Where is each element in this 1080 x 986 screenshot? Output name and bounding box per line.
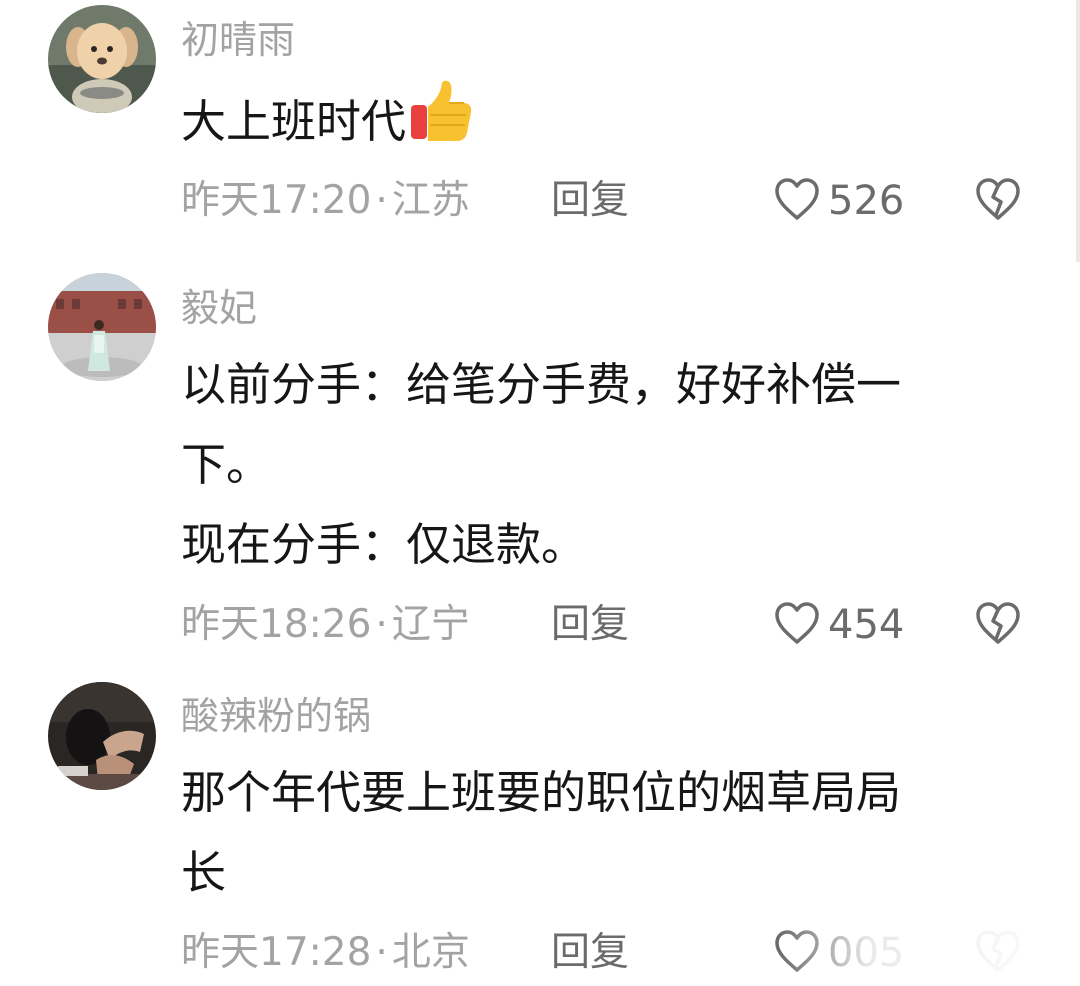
heart-outline-icon xyxy=(774,601,820,649)
comment-username[interactable]: 初晴雨 xyxy=(181,18,295,62)
comment-content: 以前分手：给笔分手费，好好补偿一 下。 现在分手：仅退款。 xyxy=(181,345,1011,585)
comment-time: 昨天18:26 xyxy=(181,602,372,647)
dislike-button[interactable] xyxy=(975,177,1021,225)
comment-text-line: 下。 xyxy=(181,438,272,491)
broken-heart-icon xyxy=(975,177,1021,225)
comment-username[interactable]: 酸辣粉的锅 xyxy=(181,694,371,738)
comment-location: 江苏 xyxy=(391,178,470,223)
comment-meta: 昨天18:26 · 辽宁 xyxy=(181,601,470,649)
comment-content: 那个年代要上班要的职位的烟草局局 长 xyxy=(181,753,1011,913)
comment-text-line: 以前分手：给笔分手费，好好补偿一 xyxy=(181,358,902,411)
comment-content: 大上班时代 xyxy=(181,79,1011,170)
comment-meta: 昨天17:20 · 江苏 xyxy=(181,177,470,225)
like-count: 526 xyxy=(828,178,905,224)
dislike-button[interactable] xyxy=(975,601,1021,649)
reply-button[interactable]: 回复 xyxy=(551,177,629,225)
avatar[interactable] xyxy=(48,273,156,381)
comment-text-line: 长 xyxy=(181,846,227,899)
heart-outline-icon xyxy=(774,177,820,225)
comment-text-line: 那个年代要上班要的职位的烟草局局 xyxy=(181,766,902,819)
meta-separator: · xyxy=(375,930,388,975)
like-count: 454 xyxy=(828,602,905,648)
comment-text-line: 大上班时代 xyxy=(181,79,1011,170)
watermark-fade xyxy=(780,930,1080,986)
broken-heart-icon xyxy=(975,601,1021,649)
comment-location: 辽宁 xyxy=(391,602,470,647)
like-button[interactable]: 526 xyxy=(774,177,904,225)
scroll-edge xyxy=(1076,0,1080,262)
comment-time: 昨天17:28 xyxy=(181,930,372,975)
meta-separator: · xyxy=(375,178,388,223)
comment-list: 初晴雨 大上班时代 昨天17:20 · 江苏 回复 526 毅妃 以前分手：给笔… xyxy=(0,0,1080,986)
comment-text-line: 现在分手：仅退款。 xyxy=(181,518,587,571)
comment-location: 北京 xyxy=(391,930,470,975)
thumbs-up-icon xyxy=(408,79,474,170)
reply-button[interactable]: 回复 xyxy=(551,929,629,977)
like-button[interactable]: 454 xyxy=(774,601,904,649)
comment-username[interactable]: 毅妃 xyxy=(181,286,257,330)
meta-separator: · xyxy=(375,602,388,647)
avatar[interactable] xyxy=(48,682,156,790)
avatar[interactable] xyxy=(48,5,156,113)
comment-time: 昨天17:20 xyxy=(181,178,372,223)
reply-button[interactable]: 回复 xyxy=(551,601,629,649)
comment-meta: 昨天17:28 · 北京 xyxy=(181,929,470,977)
